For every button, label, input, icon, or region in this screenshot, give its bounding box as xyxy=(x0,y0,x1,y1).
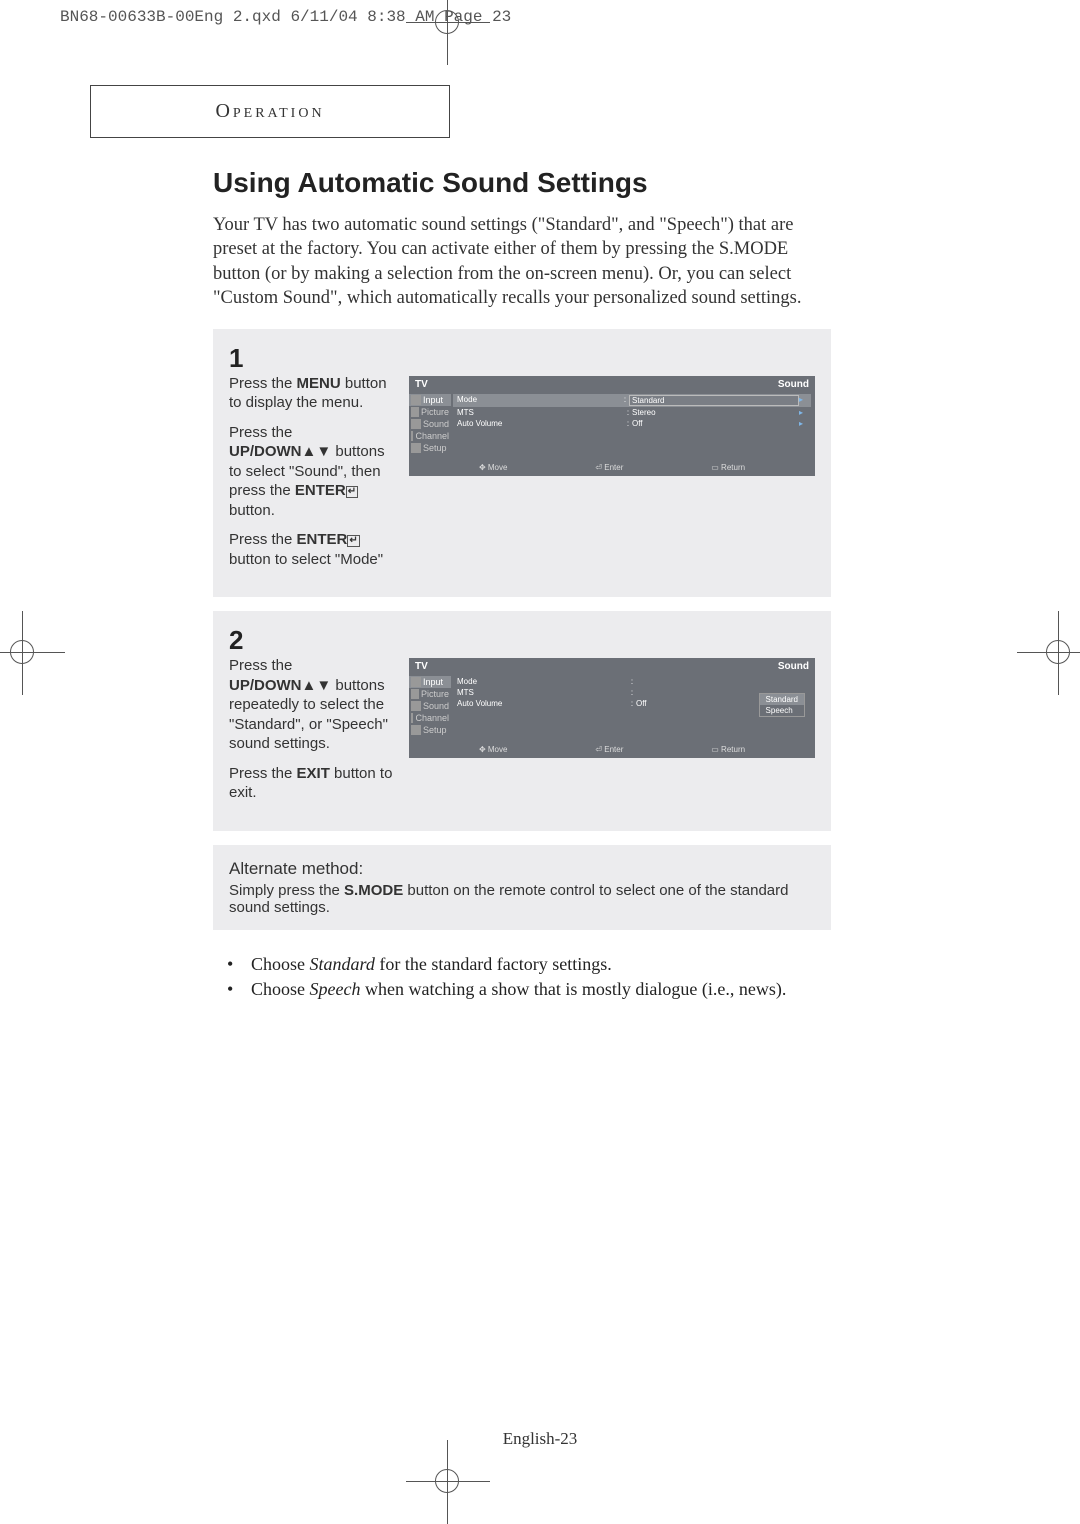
osd-mode-dropdown: Standard Speech xyxy=(759,693,805,717)
crop-mark-right xyxy=(1046,640,1070,664)
section-header-box: Operation xyxy=(90,85,450,138)
step-1-number: 1 xyxy=(229,343,815,374)
sound-icon xyxy=(411,419,421,429)
osd-tv-label: TV xyxy=(415,661,428,672)
alternate-header: Alternate method: xyxy=(229,859,815,879)
step-1-text: Press the MENU button to display the men… xyxy=(229,374,397,580)
osd-left-menu: Input Picture Sound Channel Setup xyxy=(409,676,451,736)
alternate-body: Simply press the S.MODE button on the re… xyxy=(229,882,815,916)
input-icon xyxy=(411,395,421,405)
sound-icon xyxy=(411,701,421,711)
picture-icon xyxy=(411,407,419,417)
input-icon xyxy=(411,677,421,687)
enter-icon: ⏎ xyxy=(595,745,602,754)
page-title: Using Automatic Sound Settings xyxy=(213,167,831,199)
crop-mark-left xyxy=(10,640,34,664)
step-2-box: 2 Press the UP/DOWN▲▼ buttons repeatedly… xyxy=(213,611,831,831)
step-2-text: Press the UP/DOWN▲▼ buttons repeatedly t… xyxy=(229,656,397,813)
section-header-label: Operation xyxy=(215,100,324,123)
notes-list: Choose Standard for the standard factory… xyxy=(241,952,831,1002)
osd-right-panel: Mode:Standard▸ MTS:Stereo▸ Auto Volume:O… xyxy=(453,394,811,429)
channel-icon xyxy=(411,431,413,441)
move-icon: ✥ xyxy=(479,745,486,754)
setup-icon xyxy=(411,443,421,453)
crop-mark-top xyxy=(435,10,459,34)
updown-arrows-icon: ▲▼ xyxy=(302,677,332,694)
crop-mark-bottom xyxy=(435,1469,459,1493)
alternate-method-box: Alternate method: Simply press the S.MOD… xyxy=(213,845,831,930)
return-icon: ▭ xyxy=(711,463,719,472)
osd-right-panel: Mode: MTS: Auto Volume:Off Standard Spee… xyxy=(453,676,811,709)
channel-icon xyxy=(411,713,413,723)
osd-tv-label: TV xyxy=(415,379,428,390)
osd-title: Sound xyxy=(778,661,809,672)
return-icon: ▭ xyxy=(711,745,719,754)
osd-title: Sound xyxy=(778,379,809,390)
note-item: Choose Speech when watching a show that … xyxy=(241,977,831,1001)
page-footer: English-23 xyxy=(0,1429,1080,1449)
osd-left-menu: Input Picture Sound Channel Setup xyxy=(409,394,451,454)
osd-screenshot-1: TV Sound Input Picture Sound Channel Set… xyxy=(409,376,815,476)
step-2-number: 2 xyxy=(229,625,815,656)
updown-arrows-icon: ▲▼ xyxy=(302,443,332,460)
enter-icon: ⏎ xyxy=(595,463,602,472)
enter-icon: ↵ xyxy=(346,486,358,498)
note-item: Choose Standard for the standard factory… xyxy=(241,952,831,976)
setup-icon xyxy=(411,725,421,735)
enter-icon: ↵ xyxy=(347,535,359,547)
intro-paragraph: Your TV has two automatic sound settings… xyxy=(213,213,831,311)
step-1-box: 1 Press the MENU button to display the m… xyxy=(213,329,831,598)
osd-screenshot-2: TV Sound Input Picture Sound Channel Set… xyxy=(409,658,815,758)
move-icon: ✥ xyxy=(479,463,486,472)
picture-icon xyxy=(411,689,419,699)
